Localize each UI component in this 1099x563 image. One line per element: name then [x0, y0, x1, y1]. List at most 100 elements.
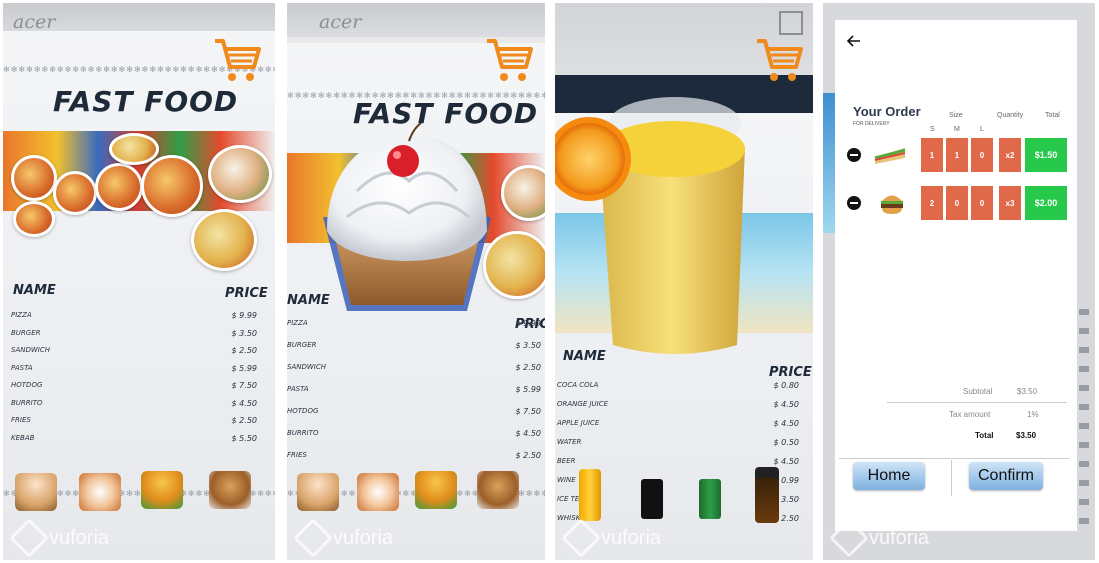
menu-item-name: HOTDOG [287, 407, 319, 415]
cart-icon[interactable] [213, 35, 261, 90]
background-price-mark [1079, 328, 1089, 334]
menu-item-price: $ 4.50 [231, 398, 257, 408]
menu-item-name: KEBAB [11, 433, 35, 442]
ar-panel-cupcake: acer ✻✻✻✻✻✻✻✻✻✻✻✻✻✻✻✻✻✻✻✻✻✻✻✻✻✻✻✻✻✻✻✻✻✻✻… [287, 3, 545, 560]
total-value: $3.50 [1016, 431, 1037, 440]
food-image [141, 155, 203, 217]
menu-item-name: BEER [557, 457, 576, 465]
divider [887, 402, 1067, 403]
background-price-mark [1079, 347, 1089, 353]
nachos-thumb[interactable] [415, 471, 457, 509]
size-s-qty[interactable]: 1 [921, 138, 943, 172]
quantity-value: x2 [999, 138, 1021, 172]
background-price-mark [1079, 385, 1089, 391]
background-photo [823, 93, 835, 233]
row-total: $2.00 [1025, 186, 1067, 220]
whiskey-bottle-thumb[interactable] [755, 467, 779, 523]
menu-item-price: $ 4.50 [515, 429, 541, 438]
menu-item-price: $ 2.50 [231, 346, 257, 355]
ar-cupcake-model[interactable] [317, 121, 497, 326]
arrow-left-icon [846, 35, 860, 47]
menu-item-name: HOTDOG [11, 381, 43, 389]
order-row-sandwich: 1 1 0 x2 $1.50 [843, 138, 1069, 172]
size-m-qty[interactable]: 0 [946, 186, 968, 220]
menu-item-price: $ 4.50 [773, 400, 799, 409]
background-price-mark [1079, 461, 1089, 467]
home-button[interactable]: Home [853, 462, 925, 490]
total-header: Total [1045, 112, 1060, 119]
vuforia-logo-icon [293, 518, 333, 558]
food-image [208, 145, 272, 203]
guinness-can-thumb[interactable] [641, 479, 663, 519]
ar-panel-menu: acer ✻✻✻✻✻✻✻✻✻✻✻✻✻✻✻✻✻✻✻✻✻✻✻✻✻✻✻✻✻✻✻✻✻✻✻… [3, 3, 275, 560]
toast-thumb[interactable] [79, 473, 121, 511]
menu-item-price: $ 4.50 [773, 457, 799, 466]
price-header: PRICE [769, 365, 812, 380]
divider [839, 458, 1069, 459]
nachos-thumb[interactable] [141, 471, 183, 509]
tax-label: Tax amount [949, 410, 991, 419]
menu-item-name: BURRITO [287, 429, 319, 437]
back-button[interactable] [846, 34, 861, 52]
order-row-burger: 2 0 0 x3 $2.00 [843, 186, 1069, 220]
heineken-can-thumb[interactable] [699, 479, 721, 519]
menu-item-price: $ 5.99 [231, 363, 257, 373]
background-price-mark [1079, 518, 1089, 524]
order-subtitle: FOR DELIVERY [853, 121, 890, 127]
burger-icon [881, 195, 903, 214]
size-l-qty[interactable]: 0 [971, 138, 993, 172]
window-icon [779, 11, 803, 35]
menu-item-name: BURRITO [11, 398, 43, 407]
remove-item-button[interactable] [847, 196, 861, 210]
menu-item-name: BURGER [287, 341, 317, 349]
food-image [191, 209, 257, 271]
order-dialog: Your Order FOR DELIVERY Size Quantity To… [835, 20, 1077, 531]
vuforia-watermark: vuforia [561, 518, 661, 558]
menu-item-price: $ 3.50 [515, 341, 541, 350]
menu-item-name: FRIES [287, 451, 307, 459]
juice-bottle-thumb[interactable] [579, 469, 601, 521]
sandwich-icon [874, 148, 906, 164]
size-m-qty[interactable]: 1 [946, 138, 968, 172]
background-price-mark [1079, 423, 1089, 429]
menu-item-price: $ 2.50 [515, 451, 541, 460]
menu-item-name: PIZZA [11, 311, 32, 319]
laptop-brand: acer [13, 11, 56, 33]
falafel-thumb[interactable] [477, 471, 519, 509]
name-header: NAME [13, 283, 56, 298]
food-image [11, 155, 57, 201]
subtotal-value: $3.50 [1017, 387, 1038, 396]
confirm-button[interactable]: Confirm [969, 462, 1043, 490]
menu-item-price: $ 4.50 [773, 419, 799, 428]
menu-item-price: $ 2.50 [515, 363, 541, 372]
menu-item-name: SANDWICH [287, 363, 326, 371]
toast-thumb[interactable] [357, 473, 399, 511]
food-image [13, 201, 55, 237]
row-total: $1.50 [1025, 138, 1067, 172]
size-m-label: M [954, 126, 960, 133]
menu-item-name: APPLE JUICE [557, 419, 600, 427]
ar-juice-model[interactable] [555, 83, 755, 368]
size-s-qty[interactable]: 2 [921, 186, 943, 220]
menu-item-price: $ 7.50 [231, 381, 257, 390]
menu-item-name: WINE [557, 476, 576, 484]
cupcake-thumb[interactable] [297, 473, 339, 511]
menu-item-name: PIZZA [287, 319, 308, 327]
order-panel: vuforia Your Order FOR DELIVERY Size Qua… [823, 3, 1095, 560]
background-price-mark [1079, 404, 1089, 410]
tax-value: 1% [1027, 410, 1039, 419]
cart-icon[interactable] [485, 35, 533, 90]
vuforia-logo-icon [9, 518, 49, 558]
laptop-brand: acer [319, 11, 362, 33]
size-l-qty[interactable]: 0 [971, 186, 993, 220]
remove-item-button[interactable] [847, 148, 861, 162]
menu-item-price: $ 5.99 [515, 385, 541, 394]
ar-panel-juice: NAME PRICE COCA COLA $ 0.80 ORANGE JUICE $ … [555, 3, 813, 560]
cupcake-thumb[interactable] [15, 473, 57, 511]
menu-item-name: SANDWICH [11, 346, 50, 354]
cart-icon[interactable] [755, 35, 803, 90]
background-price-mark [1079, 442, 1089, 448]
menu-item-price: $ 5.50 [231, 433, 257, 443]
quantity-value: x3 [999, 186, 1021, 220]
falafel-thumb[interactable] [209, 471, 251, 509]
